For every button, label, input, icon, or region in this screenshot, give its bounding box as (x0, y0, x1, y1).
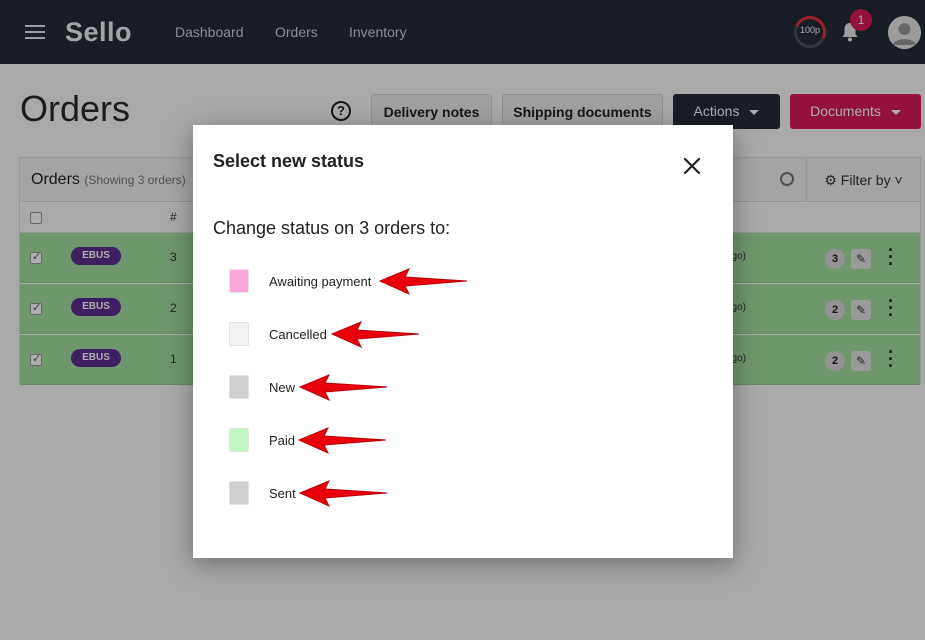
modal-subtitle: Change status on 3 orders to: (213, 218, 451, 238)
red-arrow-annotation (331, 321, 420, 349)
status-option-sent[interactable]: Sent (229, 480, 529, 511)
status-option-new[interactable]: New (229, 374, 529, 405)
status-option-paid[interactable]: Paid (229, 427, 529, 458)
status-option-label[interactable]: Sent (269, 486, 296, 501)
status-color-swatch (229, 428, 249, 452)
modal-title: Select new status (213, 151, 365, 171)
status-color-swatch (229, 269, 249, 293)
red-arrow-annotation (379, 268, 468, 296)
status-option-cancelled[interactable]: Cancelled (229, 321, 529, 352)
status-option-label[interactable]: New (269, 380, 295, 395)
status-modal: Select new status Change status on 3 ord… (193, 125, 733, 558)
close-icon[interactable] (682, 156, 702, 176)
red-arrow-annotation (298, 427, 387, 455)
status-option-label[interactable]: Awaiting payment (269, 274, 371, 289)
status-option-awaiting-payment[interactable]: Awaiting payment (229, 268, 529, 299)
status-option-label[interactable]: Paid (269, 433, 295, 448)
status-color-swatch (229, 481, 249, 505)
red-arrow-annotation (299, 374, 388, 402)
status-option-label[interactable]: Cancelled (269, 327, 327, 342)
red-arrow-annotation (299, 480, 388, 508)
status-color-swatch (229, 322, 249, 346)
status-color-swatch (229, 375, 249, 399)
